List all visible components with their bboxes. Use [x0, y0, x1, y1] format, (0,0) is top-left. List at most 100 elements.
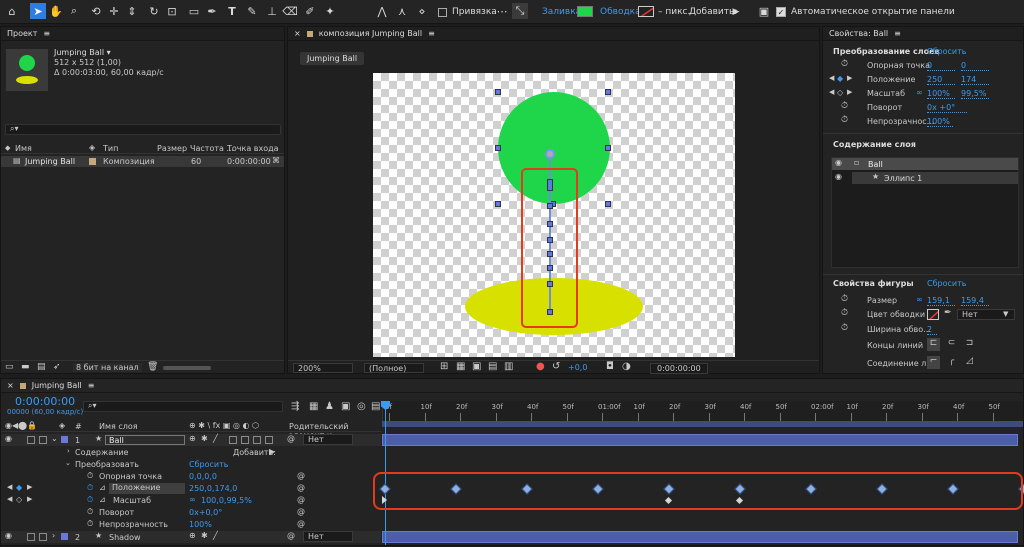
bbox-handle[interactable] — [605, 201, 611, 207]
comp-tab-title[interactable]: композиция Jumping Ball — [319, 29, 422, 38]
stopwatch-icon[interactable]: ⏱ — [841, 294, 848, 304]
bit-depth[interactable]: 8 бит на канал — [73, 363, 142, 372]
bbox-handle[interactable] — [495, 201, 501, 207]
orbit-tool-icon[interactable]: ⟲ — [88, 3, 104, 19]
stroke-width-value[interactable]: 2 — [927, 325, 937, 335]
home-icon[interactable]: ⌂ — [4, 3, 20, 19]
bbox-handle[interactable] — [605, 145, 611, 151]
next-keyframe-icon[interactable]: ▶ — [847, 88, 852, 96]
selection-tool-icon[interactable]: ➤ — [30, 3, 46, 19]
position-y[interactable]: 174 — [961, 75, 989, 85]
col-name[interactable]: Имя — [15, 144, 32, 153]
new-folder-icon[interactable]: ▬ — [21, 362, 30, 372]
rotate-tool-icon[interactable]: ↻ — [146, 3, 162, 19]
flowchart-icon[interactable]: ⌘ — [272, 156, 280, 165]
close-icon[interactable]: × — [294, 29, 301, 38]
size-y[interactable]: 159,4 — [961, 296, 989, 306]
project-zoom-slider[interactable] — [163, 366, 211, 370]
bbox-handle[interactable] — [495, 145, 501, 151]
bbox-handle[interactable] — [605, 89, 611, 95]
snap-checkbox[interactable] — [438, 8, 447, 17]
square-cap-icon[interactable]: ⊐ — [963, 338, 976, 351]
interpret-footage-icon[interactable]: ▭ — [5, 362, 14, 372]
auto-open-checkbox[interactable]: ✓ — [776, 7, 786, 17]
axis-world-icon[interactable]: ⋏ — [394, 3, 410, 19]
mask-icon[interactable]: ▣ — [472, 361, 481, 372]
region-icon[interactable]: ⊞ — [440, 361, 448, 372]
eraser-tool-icon[interactable]: ⌫ — [282, 3, 298, 19]
round-join-icon[interactable]: ╭ — [945, 356, 958, 369]
stroke-swatch[interactable] — [638, 6, 654, 17]
constrain-link-icon[interactable]: ∞ — [916, 88, 923, 97]
pen-tool-icon[interactable]: ✒ — [204, 3, 220, 19]
content-row-ellipse[interactable]: ◉ ★ Эллипс 1 — [832, 172, 1018, 184]
size-x[interactable]: 159,1 — [927, 296, 955, 306]
stopwatch-icon[interactable]: ⏱ — [841, 115, 848, 125]
transform-reset[interactable]: Сбросить — [927, 47, 966, 56]
col-type[interactable]: Тип — [103, 144, 118, 153]
rectangle-tool-icon[interactable]: ▭ — [186, 3, 202, 19]
type-tool-icon[interactable]: T — [224, 3, 240, 19]
fill-swatch[interactable] — [577, 6, 593, 17]
snapshot-icon[interactable]: ◘ — [606, 361, 614, 372]
roto-brush-icon[interactable]: ✐ — [302, 3, 318, 19]
exposure-value[interactable]: +0,0 — [568, 363, 587, 372]
resolution-select[interactable]: (Полное) — [364, 363, 424, 373]
miter-join-icon[interactable]: ⌐ — [927, 356, 940, 369]
pan-behind-icon[interactable]: ⊡ — [164, 3, 180, 19]
col-size[interactable]: Размер — [157, 144, 187, 153]
comp-timecode[interactable]: 0:00:00:00 — [650, 363, 708, 374]
brush-tool-icon[interactable]: ✎ — [244, 3, 260, 19]
next-keyframe-icon[interactable]: ▶ — [847, 74, 852, 82]
hand-tool-icon[interactable]: ✋ — [48, 3, 64, 19]
adjust-icon[interactable]: ➶ — [53, 362, 61, 372]
round-cap-icon[interactable]: ⊂ — [945, 338, 958, 351]
color-channel-icon[interactable]: ● — [536, 361, 545, 372]
butt-cap-icon[interactable]: ⊏ — [927, 338, 940, 351]
scale-x[interactable]: 100% — [927, 89, 955, 99]
col-in[interactable]: Точка входа — [227, 144, 279, 153]
scale-y[interactable]: 99,5% — [961, 89, 989, 99]
zoom-select[interactable]: 200% — [293, 363, 353, 373]
project-item-name[interactable]: Jumping Ball ▾ — [54, 48, 111, 57]
panel-menu-icon[interactable]: ≡ — [894, 29, 901, 38]
anchor-y[interactable]: 0 — [961, 61, 989, 71]
dolly-tool-icon[interactable]: ⇕ — [124, 3, 140, 19]
panel-menu-icon[interactable]: ≡ — [428, 29, 435, 38]
clone-stamp-icon[interactable]: ⊥ — [264, 3, 280, 19]
shape-reset[interactable]: Сбросить — [927, 279, 966, 288]
new-comp-icon[interactable]: ▤ — [37, 362, 46, 372]
trash-icon[interactable]: 🗑 — [147, 362, 158, 372]
axis-local-icon[interactable]: ⋀ — [374, 3, 390, 19]
anchor-x[interactable]: 0 — [927, 61, 955, 71]
puppet-tool-icon[interactable]: ✦ — [322, 3, 338, 19]
prev-keyframe-icon[interactable]: ◀ — [829, 88, 834, 96]
guides-icon[interactable]: ▤ — [488, 361, 497, 372]
snap-options-icon[interactable]: ⋯ — [494, 3, 510, 19]
position-x[interactable]: 250 — [927, 75, 955, 85]
bbox-handle[interactable] — [495, 89, 501, 95]
comp-chip[interactable]: Jumping Ball — [300, 52, 365, 65]
stroke-color-swatch[interactable] — [927, 309, 939, 320]
eyedropper-icon[interactable]: ✒ — [944, 308, 952, 318]
show-snapshot-icon[interactable]: ◑ — [622, 361, 631, 372]
grid-icon[interactable]: ▥ — [504, 361, 513, 372]
constrain-link-icon[interactable]: ∞ — [916, 295, 923, 304]
transparency-grid-icon[interactable]: ▦ — [456, 361, 465, 372]
project-search-input[interactable]: ⌕▾ — [5, 124, 281, 135]
pan-tool-icon[interactable]: ✛ — [106, 3, 122, 19]
keyframe-empty-icon[interactable]: ◇ — [837, 88, 843, 97]
stopwatch-icon[interactable]: ⏱ — [841, 308, 848, 318]
panel-layout-icon[interactable]: ▣ — [756, 3, 772, 19]
opacity-value[interactable]: 100% — [927, 117, 953, 127]
stopwatch-icon[interactable]: ⏱ — [841, 59, 848, 69]
eye-icon[interactable]: ◉ — [835, 158, 842, 167]
reset-exposure-icon[interactable]: ↺ — [552, 361, 560, 372]
stopwatch-icon[interactable]: ⏱ — [841, 323, 848, 333]
zoom-tool-icon[interactable]: ⌕ — [66, 3, 82, 19]
content-row-ball[interactable]: ◉ ▫ Ball — [832, 158, 1018, 170]
comp-canvas[interactable] — [373, 73, 735, 357]
stopwatch-icon[interactable]: ⏱ — [841, 101, 848, 111]
axis-view-icon[interactable]: ⋄ — [414, 3, 430, 19]
eye-icon[interactable]: ◉ — [835, 172, 842, 181]
